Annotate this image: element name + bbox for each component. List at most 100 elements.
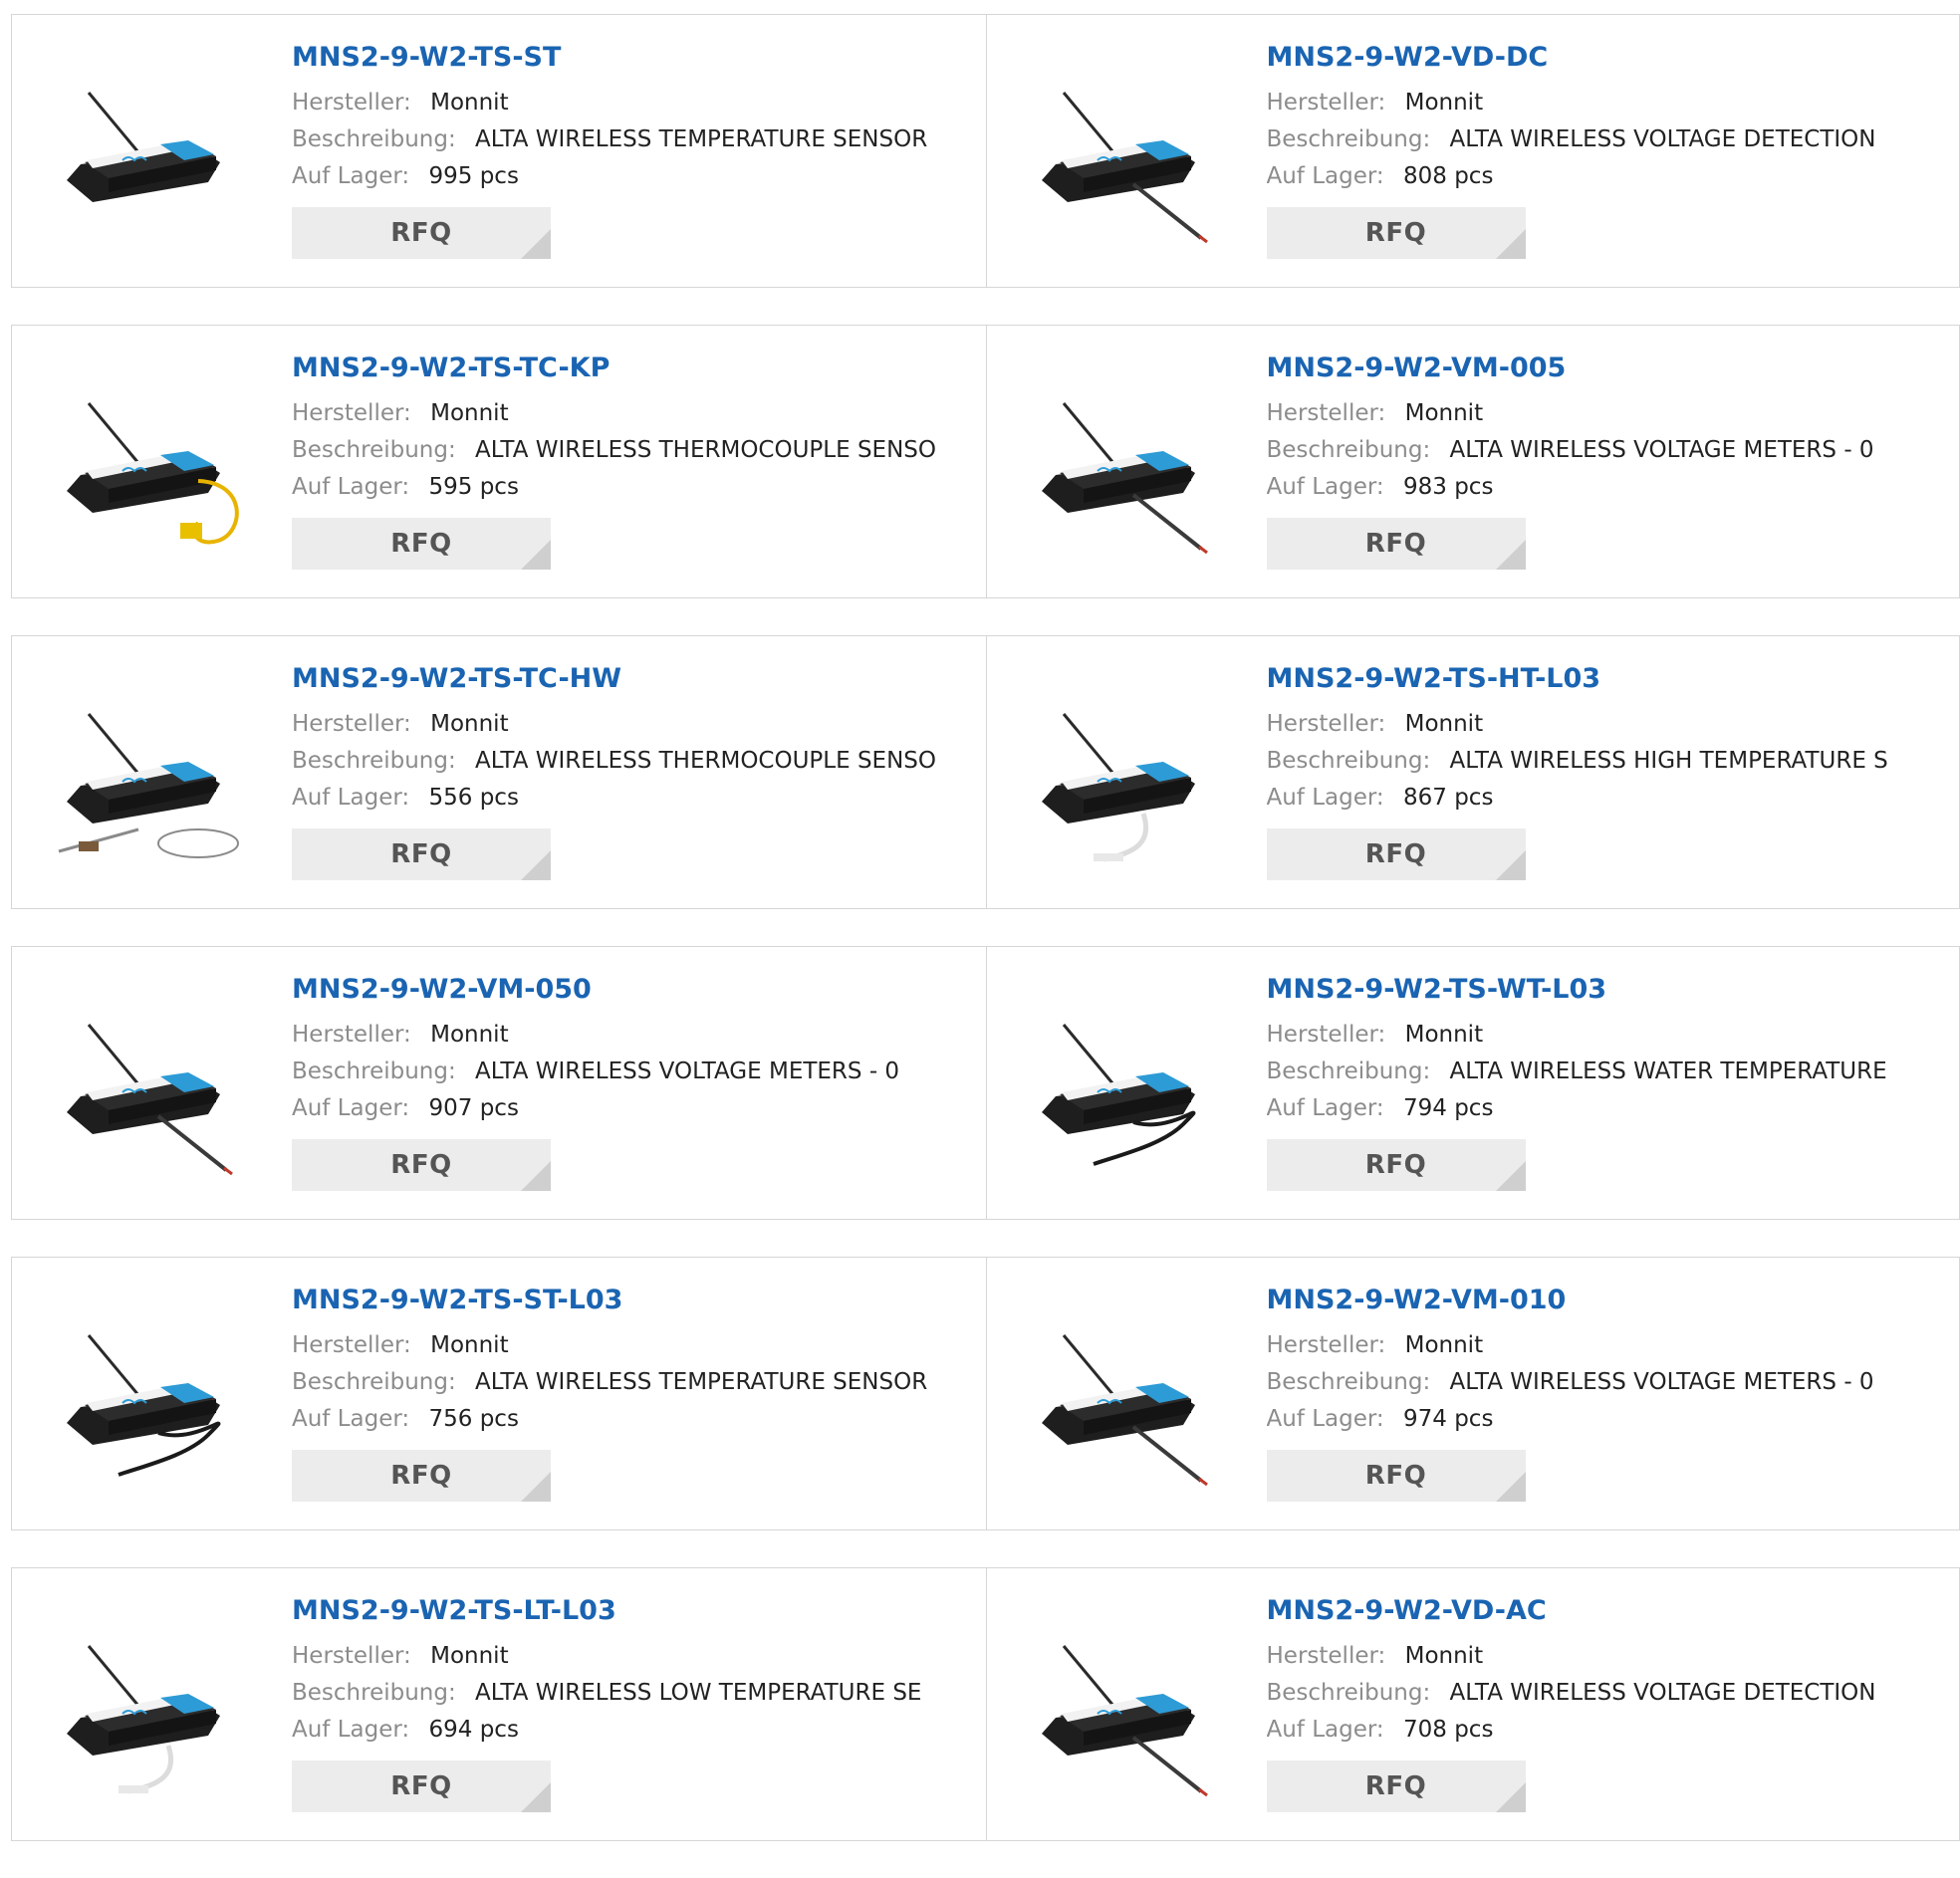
rfq-button[interactable]: RFQ bbox=[292, 518, 551, 570]
stock-row: Auf Lager: 756 pcs bbox=[292, 1401, 976, 1438]
product-info: MNS2-9-W2-TS-TC-KP Hersteller: Monnit Be… bbox=[292, 350, 976, 570]
description-value: ALTA WIRELESS HIGH TEMPERATURE S bbox=[1449, 748, 1888, 774]
description-label: Beschreibung: bbox=[292, 126, 456, 152]
rfq-button[interactable]: RFQ bbox=[1266, 207, 1526, 259]
product-card-2: MNS2-9-W2-TS-TC-KP Hersteller: Monnit Be… bbox=[12, 326, 986, 597]
description-row: Beschreibung: ALTA WIRELESS VOLTAGE METE… bbox=[1267, 1364, 1950, 1401]
part-number-link[interactable]: MNS2-9-W2-TS-TC-HW bbox=[292, 660, 976, 698]
rfq-button[interactable]: RFQ bbox=[292, 828, 551, 880]
description-value: ALTA WIRELESS THERMOCOUPLE SENSO bbox=[475, 748, 937, 774]
sensor-white-probe-icon[interactable] bbox=[1024, 674, 1223, 869]
manufacturer-label: Hersteller: bbox=[292, 400, 411, 426]
part-number-link[interactable]: MNS2-9-W2-VM-005 bbox=[1267, 350, 1950, 387]
corner-triangle-icon bbox=[521, 229, 551, 259]
product-info: MNS2-9-W2-TS-ST-L03 Hersteller: Monnit B… bbox=[292, 1282, 976, 1502]
rfq-button[interactable]: RFQ bbox=[1266, 518, 1526, 570]
part-number-link[interactable]: MNS2-9-W2-VD-DC bbox=[1267, 39, 1950, 77]
rfq-button-label: RFQ bbox=[390, 529, 452, 559]
manufacturer-value: Monnit bbox=[430, 1022, 509, 1048]
sensor-white-probe-icon[interactable] bbox=[49, 1606, 248, 1801]
sensor-thermocouple-probe-icon bbox=[58, 712, 239, 858]
manufacturer-row: Hersteller: Monnit bbox=[292, 706, 976, 743]
rfq-button[interactable]: RFQ bbox=[292, 1139, 551, 1191]
product-info: MNS2-9-W2-VM-005 Hersteller: Monnit Besc… bbox=[1266, 350, 1950, 570]
stock-label: Auf Lager: bbox=[1266, 785, 1384, 811]
description-value: ALTA WIRELESS VOLTAGE DETECTION bbox=[1449, 1680, 1876, 1706]
corner-triangle-icon bbox=[1495, 229, 1526, 259]
rfq-button[interactable]: RFQ bbox=[1266, 1450, 1526, 1502]
stock-row: Auf Lager: 907 pcs bbox=[292, 1090, 976, 1127]
rfq-button-label: RFQ bbox=[1364, 218, 1427, 248]
description-value: ALTA WIRELESS TEMPERATURE SENSOR bbox=[475, 1369, 928, 1395]
product-card-10: MNS2-9-W2-TS-LT-L03 Hersteller: Monnit B… bbox=[12, 1568, 986, 1840]
product-card-4: MNS2-9-W2-TS-TC-HW Hersteller: Monnit Be… bbox=[12, 636, 986, 908]
stock-row: Auf Lager: 995 pcs bbox=[292, 158, 976, 195]
sensor-thermocouple-yellow-icon[interactable] bbox=[49, 363, 248, 559]
sensor-voltage-leads-icon[interactable] bbox=[1024, 53, 1223, 248]
sensor-voltage-leads-icon[interactable] bbox=[1024, 363, 1223, 559]
part-number-link[interactable]: MNS2-9-W2-TS-WT-L03 bbox=[1267, 971, 1950, 1009]
part-number-link[interactable]: MNS2-9-W2-TS-LT-L03 bbox=[292, 1592, 976, 1630]
manufacturer-row: Hersteller: Monnit bbox=[1267, 395, 1950, 432]
rfq-button-label: RFQ bbox=[390, 1771, 452, 1801]
description-value: ALTA WIRELESS TEMPERATURE SENSOR bbox=[475, 126, 928, 152]
description-row: Beschreibung: ALTA WIRELESS TEMPERATURE … bbox=[292, 121, 976, 158]
sensor-voltage-leads-icon[interactable] bbox=[49, 985, 248, 1180]
stock-value: 595 pcs bbox=[428, 474, 519, 500]
sensor-black-cable-icon[interactable] bbox=[1024, 985, 1223, 1180]
description-row: Beschreibung: ALTA WIRELESS VOLTAGE METE… bbox=[1267, 432, 1950, 469]
stock-label: Auf Lager: bbox=[1266, 474, 1384, 500]
product-info: MNS2-9-W2-VD-AC Hersteller: Monnit Besch… bbox=[1266, 1592, 1950, 1812]
stock-value: 867 pcs bbox=[1403, 785, 1494, 811]
description-row: Beschreibung: ALTA WIRELESS LOW TEMPERAT… bbox=[292, 1675, 976, 1712]
part-number-link[interactable]: MNS2-9-W2-TS-TC-KP bbox=[292, 350, 976, 387]
sensor-thermocouple-probe-icon[interactable] bbox=[49, 674, 248, 869]
manufacturer-value: Monnit bbox=[1404, 711, 1484, 737]
sensor-voltage-leads-icon bbox=[65, 1023, 233, 1176]
product-row: MNS2-9-W2-TS-TC-KP Hersteller: Monnit Be… bbox=[11, 325, 1960, 598]
stock-row: Auf Lager: 694 pcs bbox=[292, 1712, 976, 1749]
part-number-link[interactable]: MNS2-9-W2-VM-010 bbox=[1267, 1282, 1950, 1319]
rfq-button[interactable]: RFQ bbox=[1266, 1761, 1526, 1812]
description-label: Beschreibung: bbox=[292, 437, 456, 463]
product-card-6: MNS2-9-W2-VM-050 Hersteller: Monnit Besc… bbox=[12, 947, 986, 1219]
rfq-button-label: RFQ bbox=[1364, 1461, 1427, 1491]
rfq-button[interactable]: RFQ bbox=[292, 1761, 551, 1812]
manufacturer-label: Hersteller: bbox=[1266, 1643, 1386, 1669]
part-number-link[interactable]: MNS2-9-W2-TS-ST-L03 bbox=[292, 1282, 976, 1319]
part-number-link[interactable]: MNS2-9-W2-VM-050 bbox=[292, 971, 976, 1009]
sensor-plain-icon[interactable] bbox=[49, 53, 248, 248]
product-row: MNS2-9-W2-TS-TC-HW Hersteller: Monnit Be… bbox=[11, 635, 1960, 909]
sensor-voltage-leads-icon bbox=[1040, 91, 1208, 244]
product-info: MNS2-9-W2-TS-TC-HW Hersteller: Monnit Be… bbox=[292, 660, 976, 880]
rfq-button[interactable]: RFQ bbox=[292, 1450, 551, 1502]
sensor-voltage-leads-icon[interactable] bbox=[1024, 1606, 1223, 1801]
stock-label: Auf Lager: bbox=[292, 474, 410, 500]
stock-row: Auf Lager: 595 pcs bbox=[292, 469, 976, 506]
rfq-button[interactable]: RFQ bbox=[292, 207, 551, 259]
stock-label: Auf Lager: bbox=[292, 1406, 410, 1432]
manufacturer-value: Monnit bbox=[1404, 1332, 1484, 1358]
description-label: Beschreibung: bbox=[1266, 1058, 1431, 1084]
product-info: MNS2-9-W2-TS-WT-L03 Hersteller: Monnit B… bbox=[1266, 971, 1950, 1191]
stock-row: Auf Lager: 974 pcs bbox=[1267, 1401, 1950, 1438]
product-info: MNS2-9-W2-TS-LT-L03 Hersteller: Monnit B… bbox=[292, 1592, 976, 1812]
manufacturer-value: Monnit bbox=[1404, 90, 1484, 116]
product-row: MNS2-9-W2-TS-LT-L03 Hersteller: Monnit B… bbox=[11, 1567, 1960, 1841]
sensor-voltage-leads-icon[interactable] bbox=[1024, 1295, 1223, 1491]
sensor-black-cable-icon[interactable] bbox=[49, 1295, 248, 1491]
part-number-link[interactable]: MNS2-9-W2-VD-AC bbox=[1267, 1592, 1950, 1630]
manufacturer-value: Monnit bbox=[1404, 1022, 1484, 1048]
product-info: MNS2-9-W2-VD-DC Hersteller: Monnit Besch… bbox=[1266, 39, 1950, 259]
description-value: ALTA WIRELESS VOLTAGE METERS - 0 bbox=[475, 1058, 900, 1084]
sensor-voltage-leads-icon bbox=[1040, 401, 1208, 555]
sensor-voltage-leads-icon bbox=[1040, 1644, 1208, 1797]
manufacturer-row: Hersteller: Monnit bbox=[1267, 1327, 1950, 1364]
corner-triangle-icon bbox=[1495, 1782, 1526, 1812]
description-label: Beschreibung: bbox=[1266, 1680, 1431, 1706]
rfq-button[interactable]: RFQ bbox=[1266, 1139, 1526, 1191]
part-number-link[interactable]: MNS2-9-W2-TS-HT-L03 bbox=[1267, 660, 1950, 698]
rfq-button[interactable]: RFQ bbox=[1266, 828, 1526, 880]
part-number-link[interactable]: MNS2-9-W2-TS-ST bbox=[292, 39, 976, 77]
manufacturer-value: Monnit bbox=[1404, 1643, 1484, 1669]
